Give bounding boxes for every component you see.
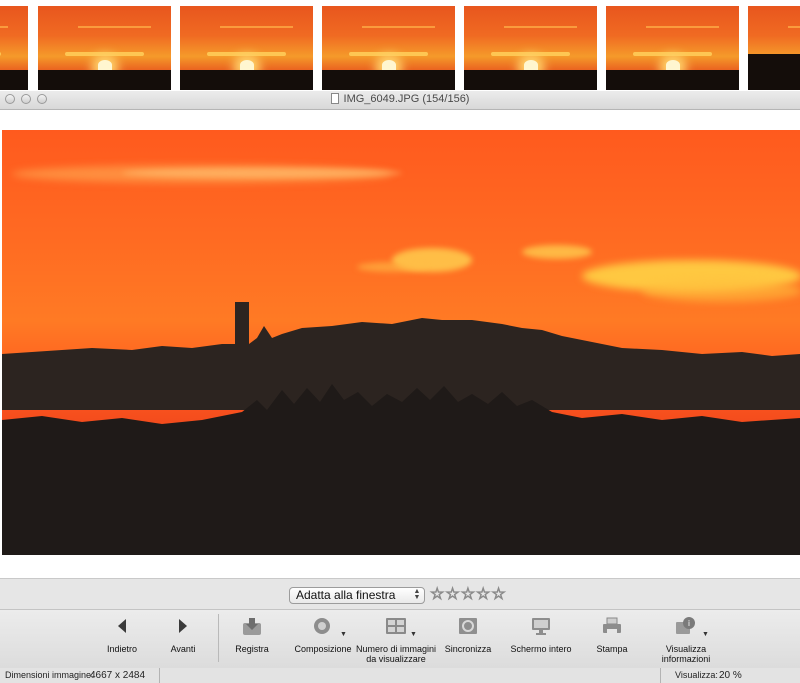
show-info-button[interactable]: i Visualizza informazioni ▼: [656, 610, 716, 668]
zoom-level-label: Visualizza:: [675, 670, 718, 680]
image-viewer[interactable]: [0, 110, 800, 578]
cloud: [522, 245, 592, 259]
number-of-images-label-2: da visualizzare: [366, 654, 426, 664]
sync-icon: [456, 616, 480, 636]
save-label: Registra: [235, 644, 269, 654]
document-icon: [330, 93, 339, 104]
dropdown-arrow-icon: ▼: [702, 631, 709, 638]
save-icon: [240, 616, 264, 636]
main-photo[interactable]: [2, 130, 800, 555]
dropdown-arrow-icon: ▼: [410, 631, 417, 638]
compose-label: Composizione: [294, 644, 352, 654]
trees-silhouette: [2, 384, 800, 555]
thumbnail[interactable]: [464, 6, 597, 90]
zoom-mode-value: Adatta alla finestra: [296, 588, 396, 602]
monitor-icon: [529, 616, 553, 636]
window-title: IMG_6049.JPG (154/156): [0, 93, 800, 105]
show-info-label-1: Visualizza: [665, 644, 707, 654]
window-title-bar[interactable]: IMG_6049.JPG (154/156): [0, 91, 800, 110]
thumbnail[interactable]: [38, 6, 171, 90]
status-bar: Dimensioni immagine: 4667 x 2484 Visuali…: [0, 668, 800, 683]
cloud: [122, 168, 402, 178]
select-arrows-icon: ▲ ▼: [413, 588, 421, 601]
thumbnail[interactable]: [180, 6, 313, 90]
filmstrip[interactable]: [0, 0, 800, 92]
rating-stars[interactable]: ☆☆☆☆☆: [430, 586, 507, 603]
image-dimensions-value: 4667 x 2484: [90, 670, 146, 681]
forward-button[interactable]: Avanti: [162, 610, 204, 668]
status-divider: [159, 668, 160, 683]
print-button[interactable]: Stampa: [594, 610, 630, 668]
forward-label: Avanti: [170, 644, 196, 654]
svg-text:i: i: [688, 619, 690, 628]
back-button[interactable]: Indietro: [100, 610, 144, 668]
zoom-mode-select[interactable]: Adatta alla finestra ▲ ▼: [289, 587, 425, 604]
viewer-controls-bar: Adatta alla finestra ▲ ▼ ☆☆☆☆☆: [0, 578, 800, 609]
toolbar: Indietro Avanti Registra Composizione ▼ …: [0, 609, 800, 669]
number-of-images-label-1: Numero di immagini: [355, 644, 437, 654]
thumbnail[interactable]: [322, 6, 455, 90]
save-button[interactable]: Registra: [230, 610, 274, 668]
info-icon: i: [674, 616, 698, 636]
window-title-text: IMG_6049.JPG (154/156): [343, 93, 470, 105]
zoom-level-value: 20 %: [719, 670, 742, 681]
triangle-right-icon: [171, 616, 195, 636]
compose-icon: [311, 616, 335, 636]
fullscreen-button[interactable]: Schermo intero: [508, 610, 574, 668]
compose-button[interactable]: Composizione ▼: [292, 610, 354, 668]
thumbnail[interactable]: [748, 6, 800, 90]
sync-label: Sincronizza: [444, 644, 492, 654]
printer-icon: [600, 616, 624, 636]
status-divider: [660, 668, 661, 683]
number-of-images-button[interactable]: Numero di immagini da visualizzare ▼: [353, 610, 439, 668]
print-label: Stampa: [596, 644, 628, 654]
thumbnail[interactable]: [0, 6, 28, 90]
thumbnail[interactable]: [606, 6, 739, 90]
grid-icon: [384, 616, 408, 636]
fullscreen-label: Schermo intero: [510, 644, 572, 654]
triangle-left-icon: [110, 616, 134, 636]
image-dimensions-label: Dimensioni immagine:: [5, 670, 94, 680]
sync-button[interactable]: Sincronizza: [444, 610, 492, 668]
back-label: Indietro: [106, 644, 138, 654]
cloud: [357, 262, 427, 272]
dropdown-arrow-icon: ▼: [340, 631, 347, 638]
toolbar-separator: [218, 614, 219, 662]
show-info-label-2: informazioni: [661, 654, 711, 664]
